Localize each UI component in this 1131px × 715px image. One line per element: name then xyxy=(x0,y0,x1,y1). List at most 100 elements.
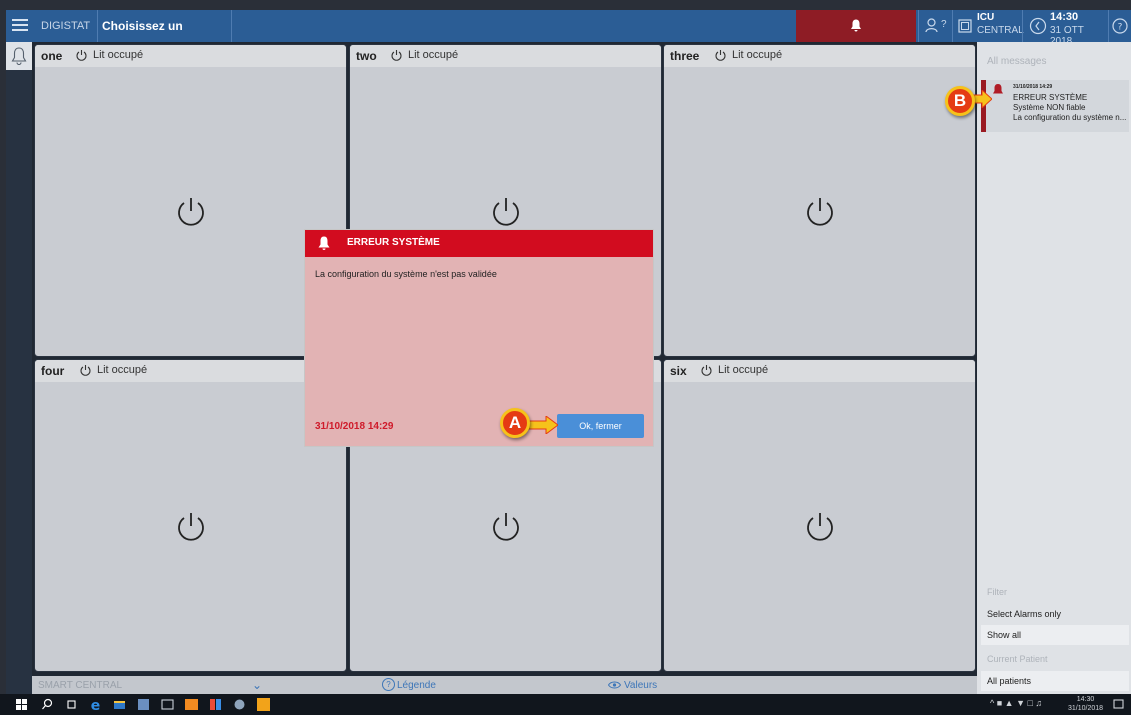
file-explorer-icon[interactable] xyxy=(112,697,127,712)
patient-selector[interactable]: Choisissez un patient... xyxy=(94,10,232,65)
app-icon[interactable] xyxy=(256,697,271,712)
clock-time: 14:30 xyxy=(1050,11,1079,23)
message-timestamp: 31/10/2018 14:29 xyxy=(1013,84,1053,90)
all-messages-label: All messages xyxy=(987,56,1047,67)
power-icon xyxy=(807,513,833,541)
clock-area: 14:30 31 OTT 2018 xyxy=(1022,10,1108,47)
window-icon[interactable] xyxy=(160,697,175,712)
power-icon xyxy=(76,50,87,61)
clock-icon xyxy=(1029,17,1047,35)
bed-status: Lit occupé xyxy=(732,49,783,61)
all-patients-option[interactable]: All patients xyxy=(981,671,1129,691)
taskbar-date: 31/10/2018 xyxy=(1068,705,1104,712)
bed-name: three xyxy=(670,49,700,63)
legend-button[interactable]: Légende xyxy=(397,680,436,691)
left-sidebar xyxy=(6,42,32,694)
bed-status: Lit occupé xyxy=(97,364,148,376)
bed-header: three Lit occupé xyxy=(664,45,975,67)
ok-close-button[interactable]: Ok, fermer xyxy=(557,414,644,438)
notification-toggle[interactable] xyxy=(6,42,32,70)
messages-panel: All messages 31/10/2018 14:29 ERREUR SYS… xyxy=(977,42,1131,694)
bed-tile-four[interactable]: four Lit occupé xyxy=(34,359,347,672)
bed-header: four Lit occupé xyxy=(35,360,346,382)
bed-status: Lit occupé xyxy=(718,364,769,376)
bell-icon xyxy=(993,84,1003,94)
bed-status: Lit occupé xyxy=(408,49,459,61)
user-area[interactable]: ? xyxy=(918,10,952,42)
user-icon xyxy=(925,18,938,33)
search-icon[interactable] xyxy=(40,697,55,712)
system-tray[interactable]: ^ ■ ▲ ▼ □ ♫ xyxy=(990,698,1042,708)
app-icon[interactable] xyxy=(208,697,223,712)
callout-a-arrow xyxy=(528,416,558,434)
bed-header: one Lit occupé xyxy=(35,45,346,67)
bed-header: two Lit occupé xyxy=(350,45,661,67)
message-item[interactable]: 31/10/2018 14:29 ERREUR SYSTÈME Système … xyxy=(981,80,1129,132)
app-window: DIGISTAT Choisissez un patient... ? ICU … xyxy=(0,0,1131,715)
svg-text:?: ? xyxy=(1118,23,1123,33)
power-icon xyxy=(493,198,519,226)
bed-name: two xyxy=(356,49,377,63)
help-icon: ? xyxy=(1112,18,1128,34)
svg-text:e: e xyxy=(91,698,101,712)
bottom-bar: SMART CENTRAL ⌄ ? Légende Valeurs xyxy=(32,676,977,694)
workstation-area[interactable]: ICU CENTRAL xyxy=(952,10,1024,42)
taskbar-time: 14:30 xyxy=(1076,696,1095,703)
select-alarms-only-option[interactable]: Select Alarms only xyxy=(981,604,1129,624)
user-label: ? xyxy=(941,19,947,30)
power-icon xyxy=(807,198,833,226)
bed-tile-three[interactable]: three Lit occupé xyxy=(663,44,976,357)
workstation-icon xyxy=(958,19,972,33)
menu-icon[interactable] xyxy=(10,16,30,36)
bed-name: four xyxy=(41,364,65,378)
callout-a: A xyxy=(500,408,530,438)
power-icon xyxy=(391,50,402,61)
eye-icon xyxy=(608,681,621,689)
task-view-icon[interactable] xyxy=(64,697,79,712)
filter-label: Filter xyxy=(987,587,1007,597)
power-icon xyxy=(178,198,204,226)
taskbar-clock[interactable]: 14:30 31/10/2018 xyxy=(1068,695,1103,713)
windows-start-icon[interactable] xyxy=(14,697,29,712)
workstation-name: CENTRAL xyxy=(977,25,1024,36)
system-error-dialog: ERREUR SYSTÈME La configuration du systè… xyxy=(304,229,654,447)
power-icon xyxy=(493,513,519,541)
workstation-title: ICU xyxy=(977,12,995,23)
edge-browser-icon[interactable]: e xyxy=(88,697,103,712)
bed-status: Lit occupé xyxy=(93,49,144,61)
callout-b: B xyxy=(945,86,975,116)
power-icon xyxy=(80,365,91,376)
dialog-title: ERREUR SYSTÈME xyxy=(347,237,440,248)
values-button[interactable]: Valeurs xyxy=(624,680,657,691)
action-center-icon[interactable] xyxy=(1111,697,1126,712)
bed-name: six xyxy=(670,364,687,378)
show-all-option[interactable]: Show all xyxy=(981,625,1129,645)
bed-tile-six[interactable]: six Lit occupé xyxy=(663,359,976,672)
dialog-datetime: 31/10/2018 14:29 xyxy=(315,421,394,432)
alarm-button[interactable] xyxy=(796,10,916,42)
power-icon xyxy=(715,50,726,61)
power-icon xyxy=(701,365,712,376)
legend-icon: ? xyxy=(382,678,395,691)
bed-name: one xyxy=(41,49,63,63)
app-icon[interactable] xyxy=(136,697,151,712)
power-icon xyxy=(178,513,204,541)
os-taskbar: e ^ ■ ▲ ▼ □ ♫ 14:30 31/10/2018 xyxy=(0,694,1131,715)
chevron-down-icon[interactable]: ⌄ xyxy=(252,678,262,692)
smart-central-label: SMART CENTRAL xyxy=(38,680,123,691)
bed-tile-one[interactable]: one Lit occupé xyxy=(34,44,347,357)
bell-icon xyxy=(851,19,861,32)
bed-header: six Lit occupé xyxy=(664,360,975,382)
app-icon[interactable] xyxy=(232,697,247,712)
message-title: ERREUR SYSTÈME xyxy=(1013,93,1088,102)
current-patient-label: Current Patient xyxy=(987,654,1048,664)
message-line-3: La configuration du système n... xyxy=(1013,113,1127,122)
bell-outline-icon xyxy=(11,47,27,65)
bell-icon xyxy=(318,236,330,250)
top-bar: DIGISTAT Choisissez un patient... ? ICU … xyxy=(6,10,1131,65)
app-icon[interactable] xyxy=(184,697,199,712)
dialog-message: La configuration du système n'est pas va… xyxy=(315,269,497,279)
help-button[interactable]: ? xyxy=(1108,10,1131,42)
dialog-header: ERREUR SYSTÈME xyxy=(305,230,653,257)
message-line-2: Système NON fiable xyxy=(1013,103,1086,112)
